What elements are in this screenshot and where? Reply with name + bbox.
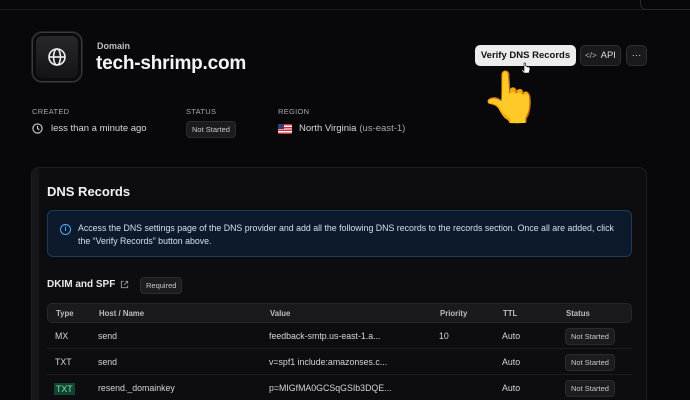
table-header: Type Host / Name Value Priority TTL Stat…	[47, 303, 632, 323]
section-title-text: DKIM and SPF	[47, 279, 116, 290]
dkim-spf-section-title: DKIM and SPF	[47, 279, 129, 290]
dns-records-panel: DNS Records i Access the DNS settings pa…	[31, 167, 647, 400]
dns-records-title: DNS Records	[47, 184, 131, 199]
column-header-host: Host / Name	[99, 309, 145, 318]
info-text: Access the DNS settings page of the DNS …	[78, 223, 614, 246]
column-header-status: Status	[566, 309, 590, 318]
more-options-button[interactable]: ···	[626, 45, 647, 66]
status-badge: Not Started	[186, 121, 236, 138]
column-header-value: Value	[270, 309, 291, 318]
external-link-icon[interactable]	[120, 280, 129, 289]
row-type: MX	[55, 331, 69, 341]
row-type: TXT	[55, 357, 72, 367]
row-ttl: Auto	[502, 383, 521, 393]
table-row: MX send feedback-smtp.us-east-1.a... 10 …	[47, 323, 632, 349]
top-corner-tab	[640, 0, 690, 10]
row-type-highlighted[interactable]: TXT	[54, 383, 75, 395]
info-icon: i	[60, 224, 71, 235]
status-value: Not Started	[186, 121, 236, 138]
api-button[interactable]: </> API	[580, 45, 621, 66]
row-status-badge: Not Started	[565, 380, 615, 397]
required-badge: Required	[140, 277, 183, 294]
us-flag-icon	[278, 123, 292, 134]
column-header-priority: Priority	[440, 309, 468, 318]
table-row: TXT resend._domainkey p=MIGfMA0GCSqGSIb3…	[47, 375, 632, 400]
row-status-badge: Not Started	[565, 328, 615, 345]
region-label: REGION	[278, 107, 310, 116]
domain-globe-logo	[32, 32, 82, 82]
table-row: TXT send v=spf1 include:amazonses.c... A…	[47, 349, 632, 375]
info-callout: i Access the DNS settings page of the DN…	[47, 210, 632, 257]
region-name: North Virginia	[299, 123, 357, 134]
globe-icon	[48, 48, 66, 66]
row-ttl: Auto	[502, 331, 521, 341]
row-ttl: Auto	[502, 357, 521, 367]
column-header-ttl: TTL	[503, 309, 518, 318]
row-value[interactable]: p=MIGfMA0GCSqGSIb3DQE...	[269, 383, 391, 393]
top-divider	[0, 9, 690, 10]
row-value[interactable]: v=spf1 include:amazonses.c...	[269, 357, 387, 367]
panel-side-bar	[32, 168, 39, 400]
domain-name: tech-shrimp.com	[96, 53, 247, 74]
row-host[interactable]: send	[98, 357, 117, 367]
dns-records-table: Type Host / Name Value Priority TTL Stat…	[47, 303, 632, 400]
mouse-cursor-icon	[521, 62, 531, 74]
column-header-type: Type	[56, 309, 74, 318]
region-value: North Virginia (us-east-1)	[278, 123, 405, 134]
row-status-badge: Not Started	[565, 354, 615, 371]
row-host[interactable]: send	[98, 331, 117, 341]
created-value-text: less than a minute ago	[51, 123, 147, 134]
row-priority: 10	[439, 331, 449, 341]
row-host[interactable]: resend._domainkey	[98, 383, 175, 393]
row-value[interactable]: feedback-smtp.us-east-1.a...	[269, 331, 380, 341]
pointing-hand-emoji: 👆	[480, 69, 543, 125]
region-code: (us-east-1)	[359, 123, 406, 134]
api-button-label: API	[600, 50, 616, 61]
created-label: CREATED	[32, 107, 70, 116]
created-value: less than a minute ago	[32, 123, 147, 134]
code-icon: </>	[585, 51, 597, 60]
status-label: STATUS	[186, 107, 217, 116]
clock-icon	[32, 123, 43, 134]
domain-label: Domain	[97, 41, 131, 51]
